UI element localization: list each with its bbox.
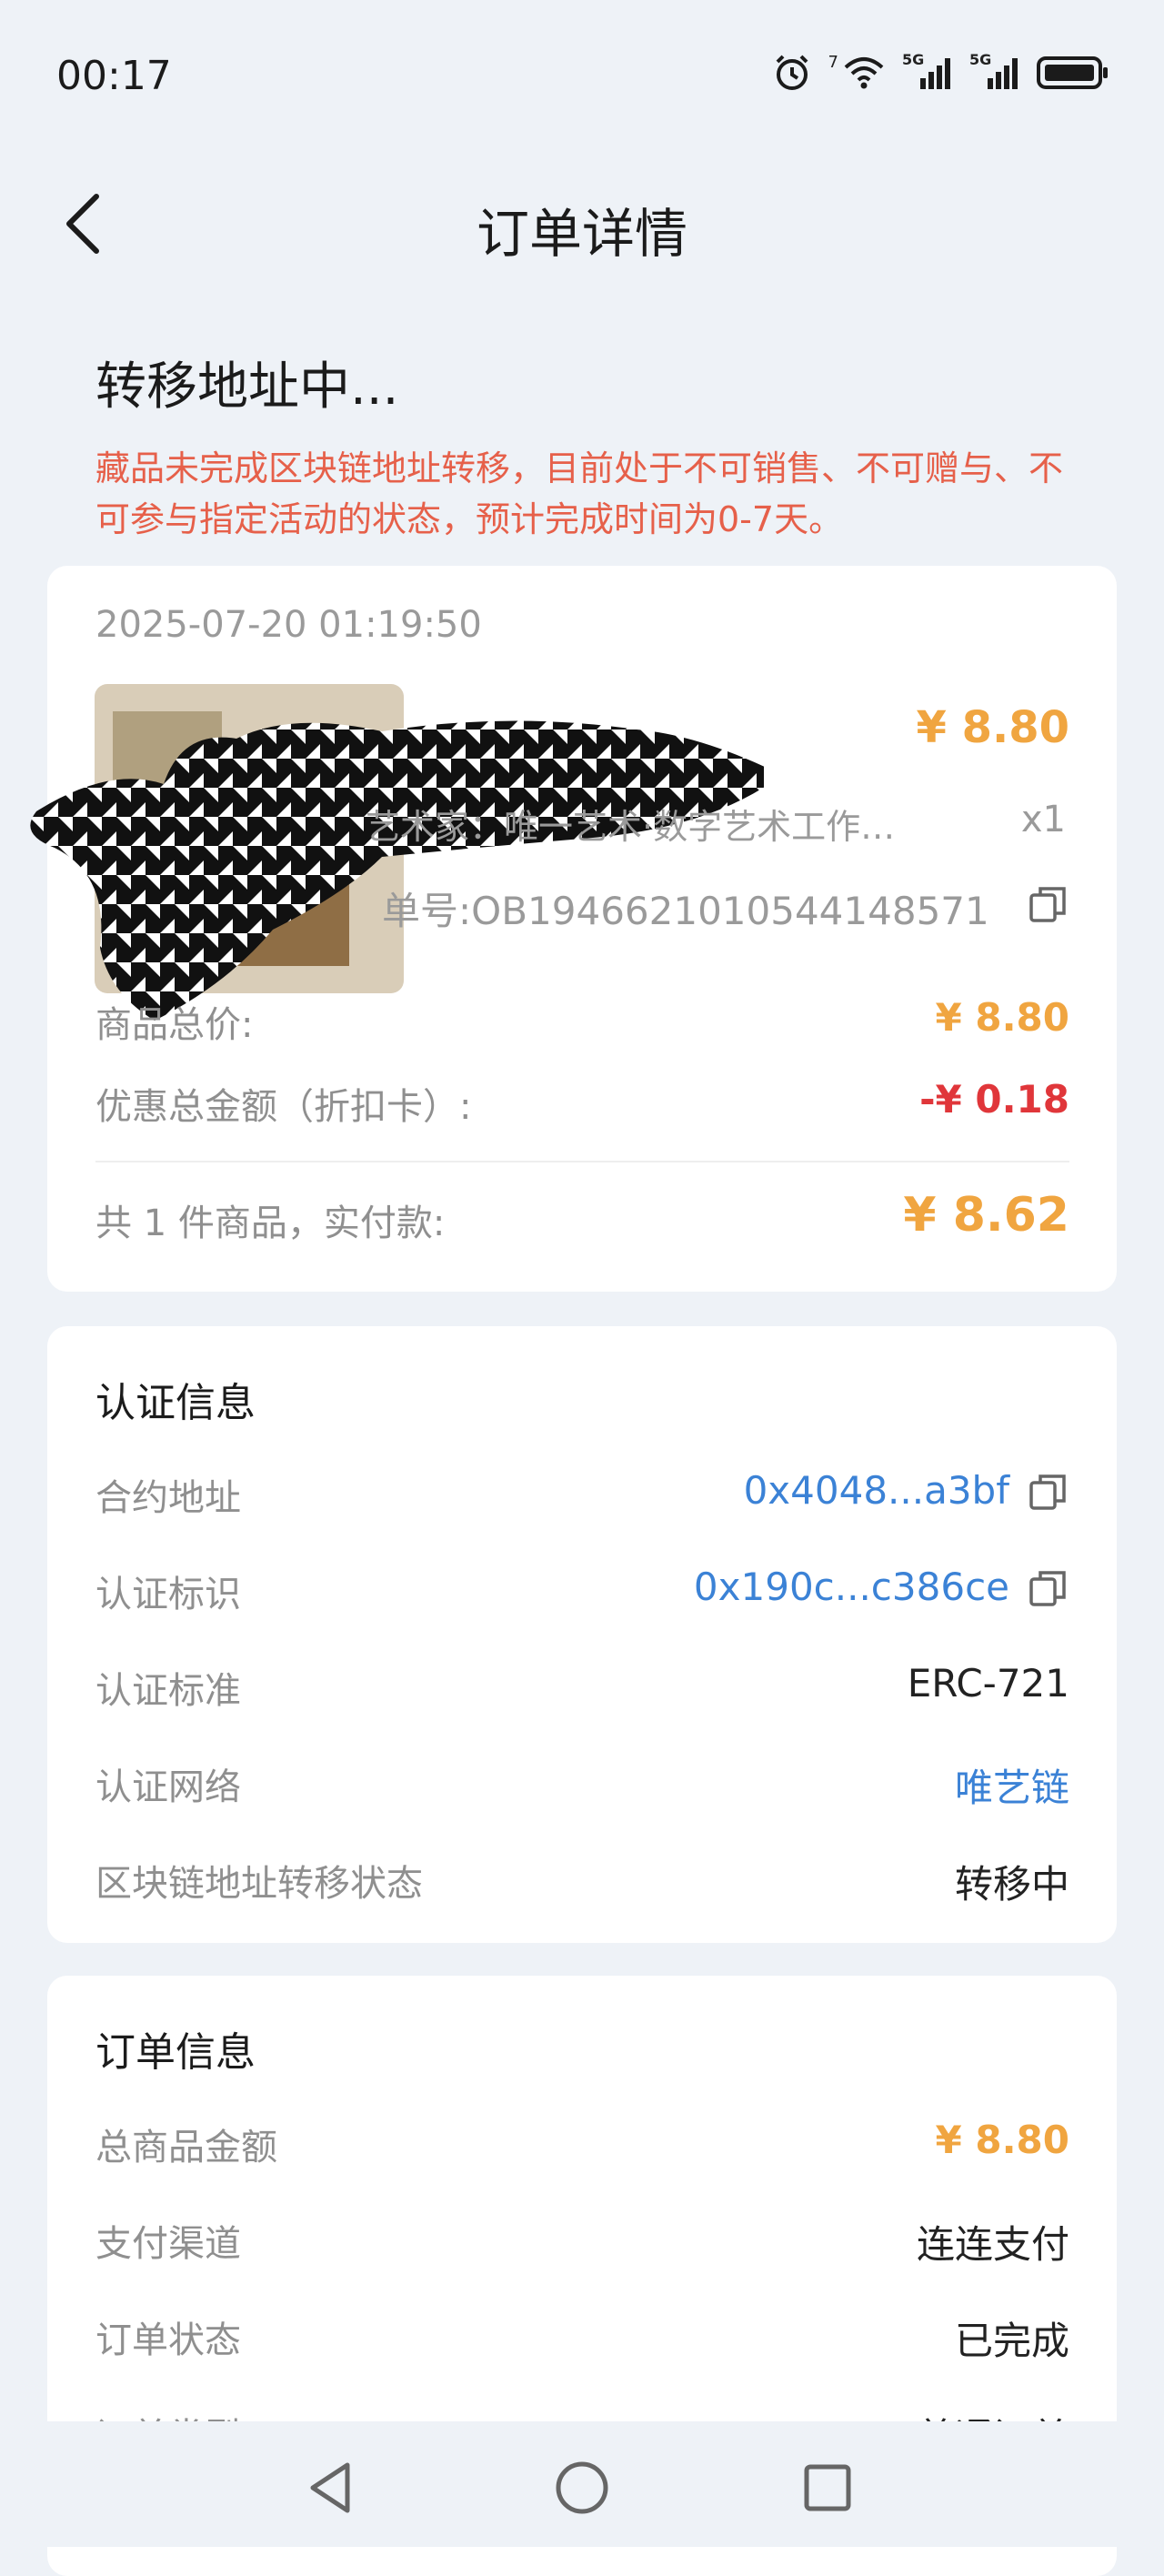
order-status-row: 订单状态 已完成	[95, 2310, 1069, 2365]
contract-address-row: 合约地址 0x4048...a3bf	[95, 1468, 1069, 1523]
paid-value: ¥ 8.62	[903, 1188, 1069, 1243]
transfer-status-row: 区块链地址转移状态 转移中	[95, 1854, 1069, 1908]
total-price-row: 商品总价: ¥ 8.80	[95, 995, 1069, 1050]
discount-value: -¥ 0.18	[919, 1077, 1069, 1122]
copy-icon	[1029, 887, 1066, 922]
product-price: ¥ 8.80	[916, 702, 1069, 753]
copy-icon	[1029, 1571, 1066, 1606]
recents-square-icon	[804, 2464, 851, 2511]
order-time: 2025-07-20 01:19:50	[95, 604, 482, 646]
contract-address-value[interactable]: 0x4048...a3bf	[744, 1468, 1009, 1513]
contract-address-label: 合约地址	[95, 1477, 241, 1519]
order-amount-value: ¥ 8.80	[935, 2118, 1069, 2162]
order-amount-row: 总商品金额 ¥ 8.80	[95, 2118, 1069, 2172]
auth-id-label: 认证标识	[95, 1574, 241, 1615]
nav-bar: 订单详情	[0, 164, 1164, 282]
discount-row: 优惠总金额（折扣卡）: -¥ 0.18	[95, 1077, 1069, 1132]
copy-contract-address-button[interactable]	[1028, 1472, 1068, 1512]
status-icons: 7 5G 5G	[772, 51, 1109, 93]
alarm-icon	[776, 55, 808, 90]
copy-auth-id-button[interactable]	[1028, 1568, 1068, 1608]
auth-info-title: 认证信息	[95, 1380, 256, 1426]
transfer-banner: 转移地址中... 藏品未完成区块链地址转移，目前处于不可销售、不可赠与、不可参与…	[95, 346, 1096, 545]
auth-network-row: 认证网络 唯艺链	[95, 1757, 1069, 1812]
copy-order-number-button[interactable]	[1028, 884, 1068, 924]
auth-info-card: 认证信息 合约地址 0x4048...a3bf 认证标识 0x190c...c3…	[47, 1326, 1117, 1943]
system-back-button[interactable]	[300, 2456, 364, 2520]
auth-id-value[interactable]: 0x190c...c386ce	[694, 1565, 1009, 1609]
copy-icon	[1029, 1474, 1066, 1510]
auth-network-value[interactable]: 唯艺链	[955, 1757, 1069, 1813]
page-title: 订单详情	[476, 203, 687, 265]
status-time: 00:17	[56, 53, 172, 99]
paid-label: 共 1 件商品，实付款:	[95, 1202, 446, 1244]
order-status-label: 订单状态	[95, 2319, 241, 2361]
auth-network-label: 认证网络	[95, 1766, 241, 1808]
status-bar: 00:17 7 5G 5G	[0, 0, 1164, 146]
battery-icon	[1037, 56, 1108, 89]
auth-standard-value: ERC-721	[907, 1661, 1069, 1706]
wifi-tag: 7	[828, 52, 838, 72]
total-price-label: 商品总价:	[95, 1004, 254, 1046]
transfer-notice: 藏品未完成区块链地址转移，目前处于不可销售、不可赠与、不可参与指定活动的状态，预…	[95, 448, 1064, 539]
system-recents-button[interactable]	[796, 2456, 859, 2520]
payment-channel-label: 支付渠道	[95, 2223, 241, 2265]
order-amount-label: 总商品金额	[95, 2127, 277, 2168]
total-price-value: ¥ 8.80	[935, 995, 1069, 1040]
auth-id-row: 认证标识 0x190c...c386ce	[95, 1565, 1069, 1619]
paid-row: 共 1 件商品，实付款: ¥ 8.62	[95, 1188, 1069, 1257]
auth-standard-label: 认证标准	[95, 1670, 241, 1712]
transfer-status-title: 转移地址中...	[95, 357, 399, 417]
auth-standard-row: 认证标准 ERC-721	[95, 1661, 1069, 1716]
order-number: 单号:OB1946621010544148571	[382, 889, 989, 933]
signal-5g-1-icon: 5G	[902, 51, 953, 91]
order-summary-card: 2025-07-20 01:19:50 ¥ 8.80 艺术家：唯一艺术·数字艺术…	[30, 566, 1117, 1292]
order-status-value: 已完成	[954, 2319, 1069, 2363]
payment-channel-value: 连连支付	[916, 2222, 1069, 2267]
divider	[95, 1161, 1069, 1162]
back-triangle-icon	[310, 2462, 350, 2513]
system-home-button[interactable]	[550, 2456, 614, 2520]
transfer-status-label: 区块链地址转移状态	[95, 1863, 423, 1905]
artist-name: 艺术家：唯一艺术·数字艺术工作…	[366, 807, 896, 847]
system-nav-bar	[0, 2421, 1164, 2547]
home-circle-icon	[556, 2461, 608, 2514]
transfer-status-value: 转移中	[954, 1862, 1069, 1907]
discount-label: 优惠总金额（折扣卡）:	[95, 1086, 472, 1128]
payment-channel-row: 支付渠道 连连支付	[95, 2214, 1069, 2269]
signal-5g-2-icon: 5G	[969, 51, 1020, 91]
quantity: x1	[1020, 799, 1066, 840]
order-info-title: 订单信息	[95, 2029, 256, 2076]
wifi-icon	[844, 57, 884, 89]
